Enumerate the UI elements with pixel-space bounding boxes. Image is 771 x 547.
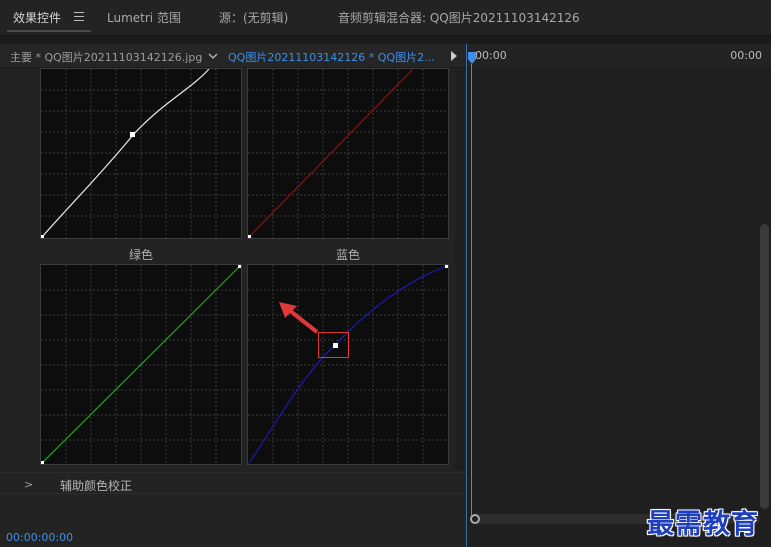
- chevron-down-icon[interactable]: [204, 48, 222, 64]
- curve-graph-master[interactable]: [40, 68, 242, 239]
- chevron-right-icon[interactable]: >: [24, 478, 33, 491]
- master-clip-label[interactable]: 主要 * QQ图片20211103142126.jpg: [10, 49, 202, 65]
- sequence-clip-label[interactable]: QQ图片20211103142126 * QQ图片2...: [228, 49, 435, 65]
- tab-effect-controls[interactable]: 效果控件: [13, 9, 61, 27]
- curve-control-point[interactable]: [130, 132, 135, 137]
- menu-icon[interactable]: [74, 12, 84, 21]
- tab-audio-clip-mixer[interactable]: 音频剪辑混合器: QQ图片20211103142126: [338, 9, 580, 27]
- time-ruler[interactable]: 00:00 00:00: [467, 44, 771, 68]
- blue-curve-label: 蓝色: [335, 248, 360, 262]
- play-icon[interactable]: [451, 51, 457, 61]
- secondary-color-correction-section[interactable]: > 辅助颜色校正: [0, 472, 466, 494]
- effect-timeline-panel: 00:00 00:00 最需教育: [466, 44, 771, 547]
- playhead-line: [471, 64, 472, 520]
- active-tab-underline: [7, 30, 91, 32]
- ruler-end-time: 00:00: [730, 49, 762, 62]
- secondary-color-correction-label: 辅助颜色校正: [60, 479, 133, 493]
- highlight-box: [318, 332, 349, 358]
- curve-graph-red[interactable]: [247, 68, 449, 239]
- curve-graph-blue[interactable]: [247, 264, 449, 465]
- tab-lumetri-scopes[interactable]: Lumetri 范围: [107, 9, 181, 27]
- clip-selector-bar: 主要 * QQ图片20211103142126.jpg QQ图片20211103…: [0, 44, 466, 68]
- zoom-handle[interactable]: [470, 514, 480, 524]
- green-curve-label: 绿色: [128, 248, 153, 262]
- panel-tab-bar: 效果控件 Lumetri 范围 源：(无剪辑) 音频剪辑混合器: QQ图片202…: [0, 0, 771, 36]
- timeline-vertical-scrollbar[interactable]: [760, 224, 769, 509]
- tab-source[interactable]: 源：(无剪辑): [219, 9, 288, 27]
- ruler-start-time: 00:00: [475, 49, 507, 62]
- arrow-annotation-icon: [279, 302, 319, 334]
- effect-controls-scrollbar[interactable]: [455, 70, 464, 470]
- curve-graph-green[interactable]: [40, 264, 242, 465]
- watermark-logo: 最需教育: [647, 509, 759, 540]
- current-timecode[interactable]: 00:00:00:00: [6, 531, 73, 544]
